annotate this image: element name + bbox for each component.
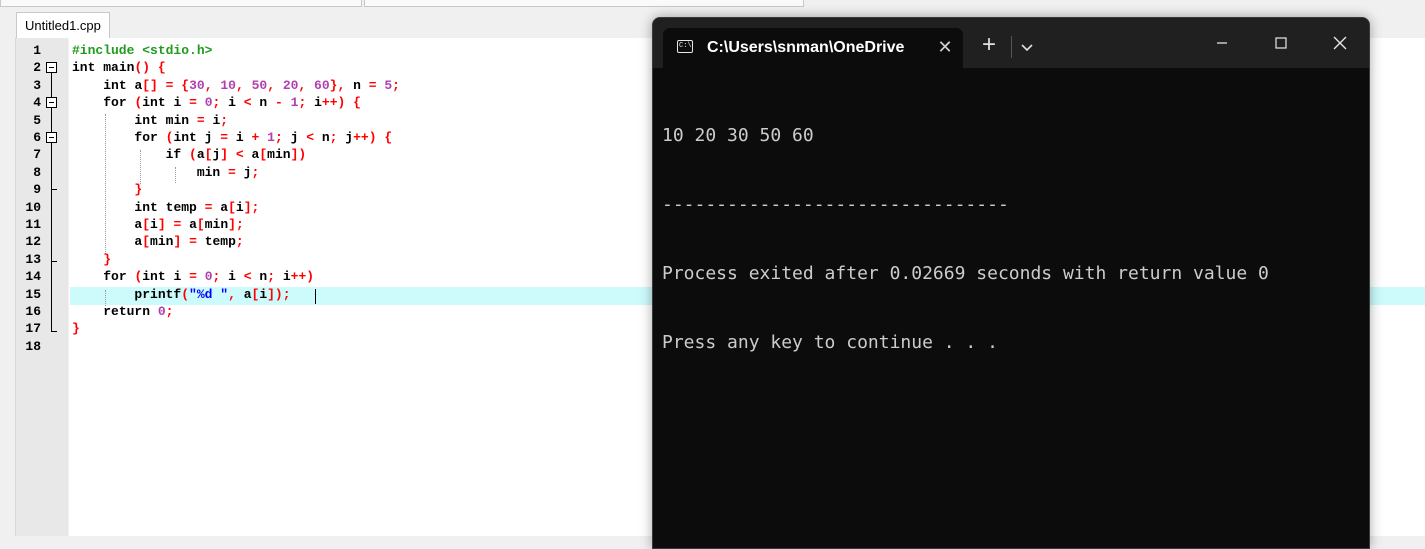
fold-end-marker: [51, 331, 57, 332]
line-number: 5: [33, 112, 41, 128]
fold-guide: [51, 189, 52, 261]
code-line-12: a[min] = temp;: [134, 234, 244, 250]
code-line-6: for (int j = i + 1; j < n; j++) {: [134, 130, 393, 145]
terminal-line: 10 20 30 50 60: [662, 125, 814, 146]
fold-toggle-main[interactable]: [46, 62, 57, 73]
line-number: 18: [25, 338, 41, 354]
line-number: 4: [33, 95, 41, 111]
line-number: 14: [25, 269, 41, 285]
line-number: 10: [25, 199, 41, 215]
fold-guide: [51, 73, 52, 97]
terminal-window[interactable]: C:\ C:\Users\snman\OneDrive ✕ + 10 20 30…: [652, 17, 1370, 549]
line-number: 8: [33, 164, 41, 180]
terminal-tab-title: C:\Users\snman\OneDrive: [707, 39, 905, 56]
line-number: 12: [25, 234, 41, 250]
line-number: 15: [25, 286, 41, 302]
code-line-11: a[i] = a[min];: [134, 217, 244, 232]
code-line-8: min = j;: [196, 164, 260, 180]
code-line-13: }: [103, 251, 112, 267]
left-panel-strip: [0, 38, 16, 536]
line-number: 11: [25, 217, 41, 232]
line-number: 9: [33, 182, 41, 198]
line-number: 13: [25, 251, 41, 267]
chevron-down-icon[interactable]: [1017, 36, 1037, 58]
code-line-2: int main() {: [72, 60, 166, 76]
terminal-title-bar[interactable]: C:\ C:\Users\snman\OneDrive ✕ +: [653, 18, 1369, 68]
fold-guide: [51, 261, 52, 331]
close-tab-icon[interactable]: ✕: [935, 36, 955, 58]
new-tab-icon[interactable]: +: [977, 33, 1001, 58]
toolbar-segment: [0, 0, 362, 7]
line-number: 3: [33, 77, 41, 93]
code-line-4: for (int i = 0; i < n - 1; i++) {: [103, 95, 361, 111]
maximize-icon[interactable]: [1258, 28, 1304, 58]
code-line-10: int temp = a[i];: [134, 199, 260, 215]
text-caret: [315, 289, 316, 304]
code-line-9: }: [134, 182, 143, 198]
code-line-7: if (a[j] < a[min]): [165, 147, 307, 163]
terminal-output[interactable]: 10 20 30 50 60 -------------------------…: [662, 78, 1362, 400]
line-number: 17: [25, 321, 41, 337]
toolbar-segment: [364, 0, 804, 7]
minimize-icon[interactable]: [1199, 28, 1245, 58]
file-tab-untitled1[interactable]: Untitled1.cpp: [16, 12, 110, 39]
code-line-3: int a[] = {30, 10, 50, 20, 60}, n = 5;: [103, 77, 400, 93]
line-number: 1: [33, 43, 41, 58]
terminal-line: --------------------------------: [662, 194, 1009, 215]
fold-guide: [51, 108, 52, 132]
line-number: 7: [33, 147, 41, 163]
terminal-line: Process exited after 0.02669 seconds wit…: [662, 263, 1269, 284]
code-line-5: int min = i;: [134, 112, 229, 128]
fold-guide: [51, 143, 52, 189]
code-line-14: for (int i = 0; i < n; i++): [103, 269, 315, 285]
code-line-1: #include <stdio.h>: [72, 43, 213, 58]
fold-toggle-outer-for[interactable]: [46, 97, 57, 108]
code-line-17: }: [72, 321, 80, 337]
line-number: 6: [33, 130, 41, 145]
terminal-line: Press any key to continue . . .: [662, 332, 998, 353]
terminal-tab[interactable]: C:\ C:\Users\snman\OneDrive ✕: [663, 28, 963, 68]
ide-top-bar: [0, 0, 1425, 10]
fold-toggle-inner-for[interactable]: [46, 132, 57, 143]
close-icon[interactable]: [1317, 28, 1363, 58]
code-line-15: printf("%d ", a[i]);: [134, 286, 291, 302]
console-icon: C:\: [677, 40, 693, 53]
titlebar-separator: [1011, 36, 1012, 58]
code-line-16: return 0;: [103, 304, 174, 319]
line-number: 2: [33, 60, 41, 76]
line-number: 16: [25, 304, 41, 319]
